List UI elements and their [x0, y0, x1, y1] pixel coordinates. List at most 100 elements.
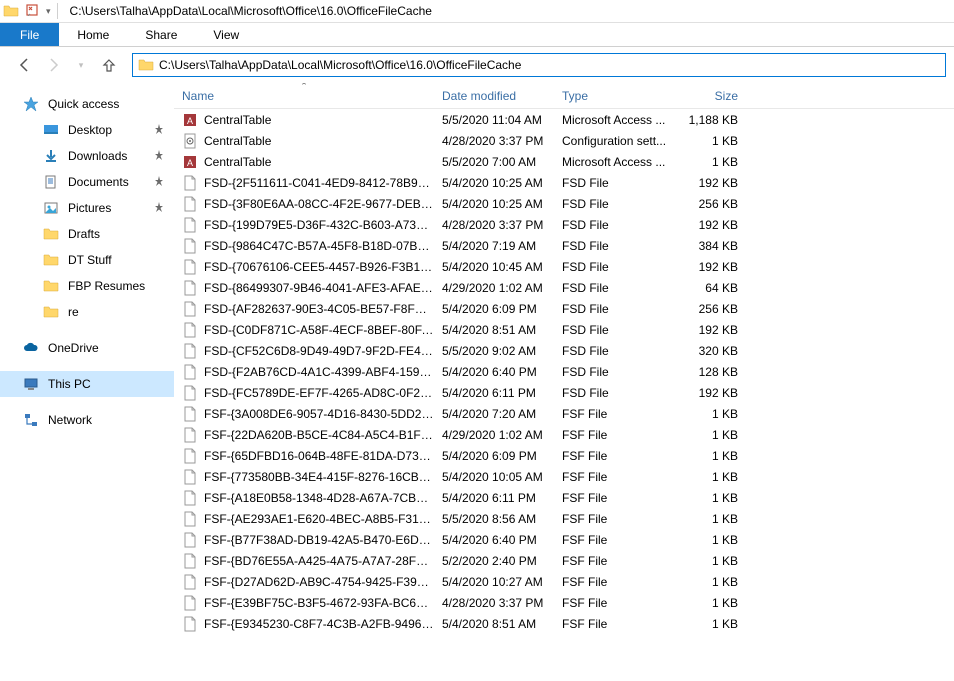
file-row[interactable]: FSF-{E39BF75C-B3F5-4672-93FA-BC617D...4/…	[174, 592, 954, 613]
file-date: 5/4/2020 6:11 PM	[434, 491, 554, 505]
column-size[interactable]: Size	[674, 83, 754, 108]
file-date: 5/5/2020 9:02 AM	[434, 344, 554, 358]
file-size: 1 KB	[674, 554, 754, 568]
file-name: FSD-{AF282637-90E3-4C05-BE57-F8FE734...	[204, 302, 434, 316]
file-icon	[182, 280, 198, 296]
sidebar-item-label: Documents	[68, 175, 129, 189]
sidebar-item[interactable]: Documents	[0, 169, 174, 195]
file-row[interactable]: FSD-{70676106-CEE5-4457-B926-F3B1356...5…	[174, 256, 954, 277]
tab-home[interactable]: Home	[59, 23, 127, 46]
file-row[interactable]: FSD-{F2AB76CD-4A1C-4399-ABF4-1594C...5/4…	[174, 361, 954, 382]
sidebar-item-label: Desktop	[68, 123, 112, 137]
file-row[interactable]: FSD-{3F80E6AA-08CC-4F2E-9677-DEB977...5/…	[174, 193, 954, 214]
address-input[interactable]	[159, 58, 941, 72]
file-name-cell: FSF-{BD76E55A-A425-4A75-A7A7-28F673...	[174, 553, 434, 569]
file-row[interactable]: FSF-{22DA620B-B5CE-4C84-A5C4-B1F36...4/2…	[174, 424, 954, 445]
file-type: FSD File	[554, 218, 674, 232]
file-type: FSF File	[554, 491, 674, 505]
file-row[interactable]: FSF-{65DFBD16-064B-48FE-81DA-D73FE1...5/…	[174, 445, 954, 466]
folder-icon	[42, 303, 60, 321]
file-size: 1 KB	[674, 533, 754, 547]
column-label: Name	[182, 89, 214, 103]
file-row[interactable]: FSF-{A18E0B58-1348-4D28-A67A-7CBD34...5/…	[174, 487, 954, 508]
sidebar-item[interactable]: Drafts	[0, 221, 174, 247]
file-row[interactable]: FSD-{199D79E5-D36F-432C-B603-A73AE...4/2…	[174, 214, 954, 235]
file-row[interactable]: FSF-{AE293AE1-E620-4BEC-A8B5-F315C0...5/…	[174, 508, 954, 529]
sidebar-item[interactable]: re	[0, 299, 174, 325]
up-button[interactable]	[98, 54, 120, 76]
file-type: Microsoft Access ...	[554, 155, 674, 169]
file-type: FSF File	[554, 407, 674, 421]
file-row[interactable]: ACentralTable5/5/2020 11:04 AMMicrosoft …	[174, 109, 954, 130]
tab-file[interactable]: File	[0, 23, 59, 46]
qat-dropdown-icon[interactable]: ▾	[46, 6, 51, 17]
file-name-cell: FSD-{86499307-9B46-4041-AFE3-AFAEBD...	[174, 280, 434, 296]
file-type: FSF File	[554, 512, 674, 526]
file-size: 1 KB	[674, 134, 754, 148]
file-row[interactable]: FSD-{C0DF871C-A58F-4ECF-8BEF-80FA3...5/4…	[174, 319, 954, 340]
sidebar-item[interactable]: Desktop	[0, 117, 174, 143]
file-row[interactable]: FSF-{BD76E55A-A425-4A75-A7A7-28F673...5/…	[174, 550, 954, 571]
nav-this-pc[interactable]: This PC	[0, 371, 174, 397]
file-icon	[182, 406, 198, 422]
file-icon	[182, 217, 198, 233]
address-bar[interactable]	[132, 53, 946, 77]
file-type: FSF File	[554, 554, 674, 568]
file-row[interactable]: FSF-{3A008DE6-9057-4D16-8430-5DD2C9...5/…	[174, 403, 954, 424]
nav-onedrive[interactable]: OneDrive	[0, 335, 174, 361]
file-size: 1 KB	[674, 575, 754, 589]
file-name: CentralTable	[204, 113, 434, 127]
file-row[interactable]: FSD-{86499307-9B46-4041-AFE3-AFAEBD...4/…	[174, 277, 954, 298]
sidebar-item[interactable]: Pictures	[0, 195, 174, 221]
tab-share[interactable]: Share	[127, 23, 195, 46]
file-icon	[182, 238, 198, 254]
back-button[interactable]	[14, 54, 36, 76]
file-row[interactable]: FSD-{2F511611-C041-4ED9-8412-78B9027...5…	[174, 172, 954, 193]
file-date: 5/4/2020 8:51 AM	[434, 617, 554, 631]
file-row[interactable]: FSF-{773580BB-34E4-415F-8276-16CB411...5…	[174, 466, 954, 487]
file-name: FSD-{FC5789DE-EF7F-4265-AD8C-0F2DF1...	[204, 386, 434, 400]
sidebar-item[interactable]: FBP Resumes	[0, 273, 174, 299]
forward-button[interactable]	[42, 54, 64, 76]
file-date: 5/4/2020 10:27 AM	[434, 575, 554, 589]
nav-label: OneDrive	[48, 341, 99, 355]
file-row[interactable]: FSD-{AF282637-90E3-4C05-BE57-F8FE734...5…	[174, 298, 954, 319]
file-size: 1 KB	[674, 596, 754, 610]
sidebar-item-label: DT Stuff	[68, 253, 112, 267]
downloads-icon	[42, 147, 60, 165]
file-size: 192 KB	[674, 176, 754, 190]
column-date[interactable]: Date modified	[434, 83, 554, 108]
nav-network[interactable]: Network	[0, 407, 174, 433]
sort-arrow-icon: ⌃	[300, 83, 308, 92]
file-name-cell: FSD-{AF282637-90E3-4C05-BE57-F8FE734...	[174, 301, 434, 317]
file-icon	[182, 259, 198, 275]
file-row[interactable]: CentralTable4/28/2020 3:37 PMConfigurati…	[174, 130, 954, 151]
file-name: FSF-{773580BB-34E4-415F-8276-16CB411...	[204, 470, 434, 484]
file-name: FSF-{E39BF75C-B3F5-4672-93FA-BC617D...	[204, 596, 434, 610]
file-date: 5/4/2020 6:40 PM	[434, 533, 554, 547]
file-name: FSF-{22DA620B-B5CE-4C84-A5C4-B1F36...	[204, 428, 434, 442]
sidebar-item[interactable]: DT Stuff	[0, 247, 174, 273]
file-name-cell: FSD-{199D79E5-D36F-432C-B603-A73AE...	[174, 217, 434, 233]
column-name[interactable]: Name ⌃	[174, 83, 434, 108]
file-icon	[182, 490, 198, 506]
tab-view[interactable]: View	[195, 23, 257, 46]
file-date: 5/4/2020 10:05 AM	[434, 470, 554, 484]
file-pane: Name ⌃ Date modified Type Size ACentralT…	[174, 83, 954, 681]
file-icon	[182, 175, 198, 191]
column-type[interactable]: Type	[554, 83, 674, 108]
file-row[interactable]: ACentralTable5/5/2020 7:00 AMMicrosoft A…	[174, 151, 954, 172]
file-row[interactable]: FSD-{9864C47C-B57A-45F8-B18D-07B719...5/…	[174, 235, 954, 256]
qat-properties-icon[interactable]	[26, 4, 38, 19]
nav-quick-access[interactable]: Quick access	[0, 91, 174, 117]
file-row[interactable]: FSD-{FC5789DE-EF7F-4265-AD8C-0F2DF1...5/…	[174, 382, 954, 403]
sidebar-item[interactable]: Downloads	[0, 143, 174, 169]
recent-dropdown-icon[interactable]: ▾	[70, 54, 92, 76]
file-row[interactable]: FSF-{E9345230-C8F7-4C3B-A2FB-9496F9...5/…	[174, 613, 954, 634]
file-row[interactable]: FSF-{B77F38AD-DB19-42A5-B470-E6D6C...5/4…	[174, 529, 954, 550]
sidebar-item-label: FBP Resumes	[68, 279, 145, 293]
file-type: FSD File	[554, 197, 674, 211]
file-row[interactable]: FSF-{D27AD62D-AB9C-4754-9425-F3921...5/4…	[174, 571, 954, 592]
file-icon	[182, 616, 198, 632]
file-row[interactable]: FSD-{CF52C6D8-9D49-49D7-9F2D-FE4331...5/…	[174, 340, 954, 361]
